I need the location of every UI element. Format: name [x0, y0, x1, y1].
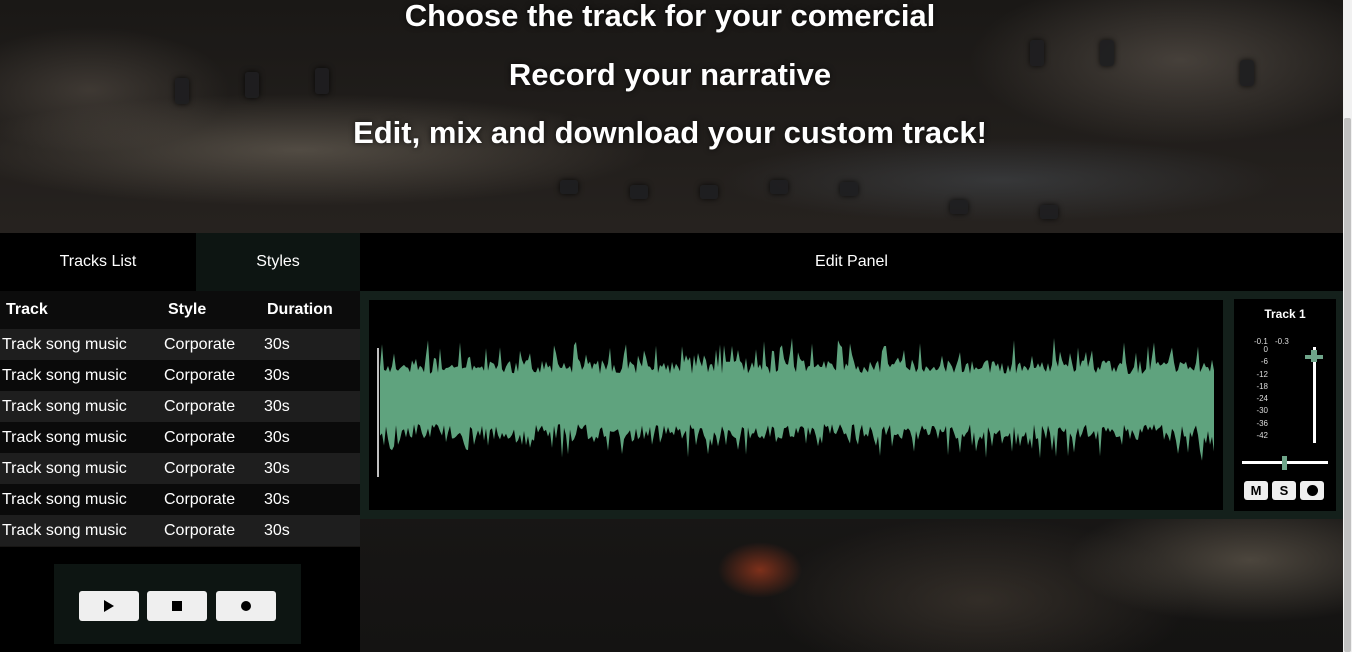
track-name: Track song music	[0, 515, 162, 546]
track-duration: 30s	[262, 360, 360, 391]
table-row[interactable]: Track song music Corporate 30s	[0, 360, 360, 391]
volume-slider-handle-grip[interactable]	[1311, 350, 1317, 362]
play-button[interactable]	[79, 591, 139, 621]
track-style: Corporate	[162, 422, 262, 453]
record-icon	[1306, 485, 1318, 496]
column-header-duration[interactable]: Duration	[262, 291, 360, 329]
track-style: Corporate	[162, 515, 262, 546]
arm-record-button[interactable]	[1300, 481, 1324, 500]
table-row[interactable]: Track song music Corporate 30s	[0, 391, 360, 422]
edit-panel: Track 1 -0.1 -0.3 0 -6 -12 -18 -24 -30 -…	[360, 291, 1343, 519]
tracks-table: Track Style Duration Track song music Co…	[0, 291, 360, 546]
pan-slider-handle[interactable]	[1282, 456, 1287, 470]
track-style: Corporate	[162, 329, 262, 360]
track-style: Corporate	[162, 360, 262, 391]
track-style: Corporate	[162, 391, 262, 422]
table-header-row: Track Style Duration	[0, 291, 360, 329]
track-name: Track song music	[0, 484, 162, 515]
record-button[interactable]	[216, 591, 276, 621]
stop-button[interactable]	[147, 591, 207, 621]
scrollbar-thumb[interactable]	[1344, 118, 1351, 652]
mute-button[interactable]: M	[1244, 481, 1268, 500]
waveform-shape	[380, 338, 1214, 461]
tab-tracks-list[interactable]: Tracks List	[0, 233, 196, 291]
db-scale-label: -30	[1256, 406, 1268, 416]
tracks-panel: Tracks List Styles Track Style Duration …	[0, 233, 360, 652]
track-name: Track song music	[0, 453, 162, 484]
tracks-tabs: Tracks List Styles	[0, 233, 360, 291]
mixer-track-title: Track 1	[1264, 307, 1306, 321]
table-row[interactable]: Track song music Corporate 30s	[0, 329, 360, 360]
track-duration: 30s	[262, 391, 360, 422]
table-row[interactable]: Track song music Corporate 30s	[0, 422, 360, 453]
hero-line-choose-track: Choose the track for your comercial	[404, 0, 936, 33]
track-name: Track song music	[0, 391, 162, 422]
track-style: Corporate	[162, 484, 262, 515]
column-header-style[interactable]: Style	[162, 291, 262, 329]
track-name: Track song music	[0, 422, 162, 453]
db-scale-label: -18	[1256, 381, 1268, 391]
waveform-display[interactable]	[369, 300, 1223, 510]
edit-panel-header: Edit Panel	[360, 233, 1343, 291]
table-row[interactable]: Track song music Corporate 30s	[0, 515, 360, 546]
track-duration: 30s	[262, 422, 360, 453]
track-style: Corporate	[162, 453, 262, 484]
db-scale-label: -24	[1256, 394, 1268, 404]
waveform-graphic	[377, 338, 1214, 477]
stop-icon	[172, 601, 182, 611]
hero-line-record: Record your narrative	[508, 57, 832, 92]
solo-button[interactable]: S	[1272, 481, 1296, 500]
db-scale-label: -6	[1260, 357, 1268, 367]
column-header-track[interactable]: Track	[0, 291, 162, 329]
db-scale-label: -36	[1256, 418, 1268, 428]
track-duration: 30s	[262, 515, 360, 546]
track-duration: 30s	[262, 453, 360, 484]
transport-controls	[54, 564, 301, 644]
track-duration: 30s	[262, 329, 360, 360]
track-duration: 30s	[262, 484, 360, 515]
db-scale: 0 -6 -12 -18 -24 -30 -36 -42	[1238, 345, 1268, 443]
record-icon	[241, 601, 251, 611]
db-scale-label: 0	[1263, 345, 1268, 354]
hero-section: Choose the track for your comercial Reco…	[0, 0, 1343, 233]
track-name: Track song music	[0, 360, 162, 391]
track-mixer: Track 1 -0.1 -0.3 0 -6 -12 -18 -24 -30 -…	[1234, 299, 1336, 511]
track-name: Track song music	[0, 329, 162, 360]
tab-styles[interactable]: Styles	[196, 233, 360, 291]
play-icon	[104, 600, 114, 612]
page-scrollbar[interactable]	[1343, 0, 1352, 652]
table-row[interactable]: Track song music Corporate 30s	[0, 453, 360, 484]
db-scale-label: -42	[1256, 431, 1268, 441]
hero-line-edit-mix: Edit, mix and download your custom track…	[353, 115, 987, 150]
db-scale-label: -12	[1256, 369, 1268, 379]
table-row[interactable]: Track song music Corporate 30s	[0, 484, 360, 515]
peak-right-readout: -0.3	[1275, 337, 1289, 346]
